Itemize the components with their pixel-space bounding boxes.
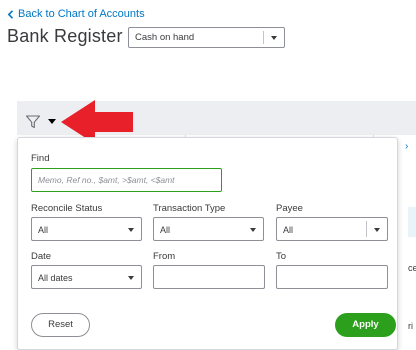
payee-dropdown-divider bbox=[366, 221, 367, 237]
page-title: Bank Register bbox=[7, 26, 123, 46]
reconcile-status-value: All bbox=[38, 225, 49, 235]
funnel-icon bbox=[25, 115, 41, 129]
chevron-down-icon bbox=[128, 276, 134, 280]
from-label: From bbox=[153, 251, 176, 262]
account-select-divider bbox=[263, 31, 264, 44]
table-row-highlight bbox=[408, 207, 416, 237]
chevron-down-icon bbox=[250, 228, 256, 232]
back-link-label: Back to Chart of Accounts bbox=[18, 8, 145, 20]
date-label: Date bbox=[31, 251, 52, 262]
chevron-down-icon bbox=[128, 228, 134, 232]
apply-button[interactable]: Apply bbox=[335, 313, 396, 337]
table-edge-text: ri bbox=[408, 321, 413, 331]
to-date-input[interactable] bbox=[276, 265, 388, 289]
to-label: To bbox=[276, 251, 287, 262]
payee-value: All bbox=[283, 225, 294, 235]
chevron-down-icon bbox=[271, 36, 277, 40]
date-dropdown[interactable]: All dates bbox=[31, 265, 142, 289]
chevron-right-icon[interactable]: › bbox=[405, 141, 408, 152]
transaction-type-value: All bbox=[160, 225, 171, 235]
reconcile-status-dropdown[interactable]: All bbox=[31, 217, 142, 241]
filter-caret-down-icon[interactable] bbox=[48, 119, 56, 124]
find-input[interactable] bbox=[31, 168, 222, 192]
reconcile-status-label: Reconcile Status bbox=[31, 203, 103, 214]
payee-dropdown[interactable]: All bbox=[276, 217, 388, 241]
back-to-chart-of-accounts-link[interactable]: Back to Chart of Accounts bbox=[7, 8, 145, 20]
find-label: Find bbox=[31, 153, 50, 164]
chevron-down-icon bbox=[374, 228, 380, 232]
reset-button[interactable]: Reset bbox=[31, 313, 90, 337]
transaction-type-label: Transaction Type bbox=[153, 203, 226, 214]
payee-label: Payee bbox=[276, 203, 303, 214]
from-date-input[interactable] bbox=[153, 265, 265, 289]
chevron-left-icon bbox=[7, 9, 14, 19]
table-edge-text: ce bbox=[408, 263, 416, 273]
date-value: All dates bbox=[38, 273, 73, 283]
transaction-type-dropdown[interactable]: All bbox=[153, 217, 264, 241]
account-select-value: Cash on hand bbox=[135, 32, 195, 43]
account-select[interactable]: Cash on hand bbox=[128, 27, 285, 48]
